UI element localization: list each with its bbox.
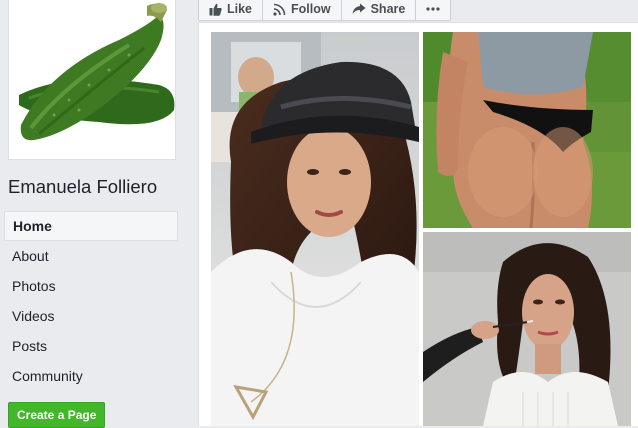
woman-in-hat-photo (211, 32, 419, 426)
follow-button[interactable]: Follow (263, 0, 342, 20)
zucchini-image (9, 0, 175, 159)
more-options-button[interactable] (416, 0, 450, 20)
rss-icon (273, 3, 286, 16)
swimwear-photo (423, 32, 631, 228)
thumbs-up-icon (209, 3, 222, 16)
left-sidebar: Emanuela Folliero Home About Photos Vide… (0, 0, 188, 428)
share-label: Share (370, 2, 406, 16)
page-action-bar: Like Follow Share (198, 0, 452, 21)
photo-tile-main[interactable] (211, 32, 419, 426)
nav-item-home[interactable]: Home (4, 211, 178, 241)
more-dots-icon (426, 7, 440, 11)
photo-tile-top-right[interactable] (423, 32, 631, 228)
nav-item-about[interactable]: About (4, 241, 178, 271)
share-arrow-icon (352, 3, 366, 14)
share-button[interactable]: Share (342, 0, 417, 20)
like-label: Like (227, 2, 253, 16)
page-navigation: Home About Photos Videos Posts Community (4, 211, 178, 391)
page-title[interactable]: Emanuela Folliero (8, 176, 157, 198)
follow-label: Follow (291, 2, 331, 16)
makeup-photo (423, 232, 631, 426)
photo-tile-bottom-right[interactable] (423, 232, 631, 426)
like-button[interactable]: Like (199, 0, 264, 20)
create-page-button[interactable]: Create a Page (8, 402, 106, 428)
photos-panel (198, 22, 638, 426)
nav-item-videos[interactable]: Videos (4, 301, 178, 331)
nav-item-community[interactable]: Community (4, 361, 178, 391)
nav-item-photos[interactable]: Photos (4, 271, 178, 301)
profile-picture[interactable] (8, 0, 176, 160)
nav-item-posts[interactable]: Posts (4, 331, 178, 361)
